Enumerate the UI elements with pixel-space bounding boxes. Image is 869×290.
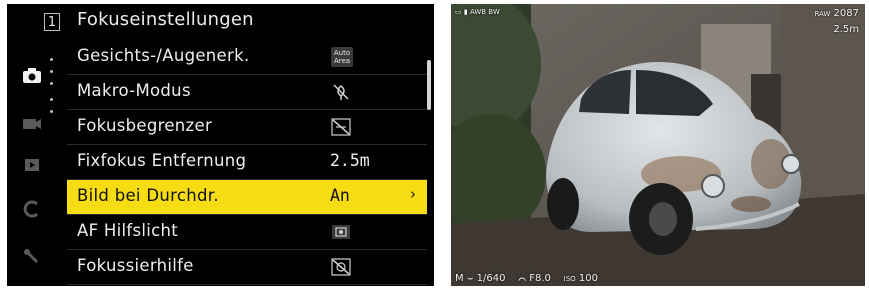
auto-area-icon: Auto Area [331, 47, 353, 67]
menu-item-macro-mode[interactable]: Makro-Modus [67, 75, 427, 110]
chevron-right-icon: › [410, 185, 416, 203]
menu-sidebar [7, 40, 65, 286]
aperture-value: F8.0 [529, 273, 551, 284]
video-camera-icon[interactable] [19, 112, 45, 134]
menu-header: 1 Fokuseinstellungen [7, 4, 434, 40]
menu-item-label: Fixfokus Entfernung [77, 151, 247, 170]
menu-scrollbar[interactable] [427, 60, 431, 110]
focus-limiter-off-icon [331, 117, 351, 137]
menu-list: Gesichts-/Augenerk. Auto Area Makro-Modu… [67, 40, 427, 285]
wrench-icon[interactable] [19, 244, 45, 266]
dial-icon: ⌣ [466, 273, 474, 284]
liveview-photo: ▭ ▮ AWB BW RAW 2087 2.5m M ⌣ 1/640 ⌒ F8.… [451, 4, 865, 286]
wb-label: AWB BW [469, 8, 500, 16]
camera-settings-menu: 1 Fokuseinstellungen Gesichts-/Augenerk.… [7, 4, 434, 286]
shots-remaining: 2087 [833, 8, 859, 19]
osd-focus-distance: 2.5m [833, 24, 859, 35]
menu-item-label: Makro-Modus [77, 81, 191, 100]
menu-item-focus-aid[interactable]: Fokussierhilfe [67, 250, 427, 285]
menu-title: Fokuseinstellungen [77, 9, 254, 30]
focus-distance-value: 2.5m [833, 24, 859, 35]
menu-item-value: 2.5m [330, 151, 370, 170]
stabilizer-icon: ▮ [463, 8, 468, 16]
iso-label: ISO [563, 275, 576, 283]
exposure-mode: M [455, 273, 464, 284]
shooting-mode-icon: ▭ [455, 8, 462, 16]
focus-aid-off-icon [331, 257, 351, 277]
scroll-dots-indicator [50, 58, 54, 94]
osd-top-left: ▭ ▮ AWB BW [455, 8, 500, 16]
menu-item-label: Fokusbegrenzer [77, 116, 213, 135]
menu-item-af-assist-light[interactable]: AF Hilfslicht [67, 215, 427, 250]
menu-item-label: AF Hilfslicht [77, 221, 179, 240]
shutter-speed: 1/640 [476, 273, 506, 284]
playback-icon[interactable] [19, 154, 45, 176]
menu-item-image-on-release[interactable]: Bild bei Durchdr. An › [67, 180, 427, 215]
raw-format-label: RAW [814, 10, 831, 18]
scroll-dots-indicator [50, 98, 54, 122]
macro-off-icon [331, 82, 351, 102]
menu-item-label: Gesichts-/Augenerk. [77, 46, 250, 65]
custom-c-icon[interactable] [19, 198, 45, 220]
menu-item-focus-limiter[interactable]: Fokusbegrenzer [67, 110, 427, 145]
menu-item-label: Bild bei Durchdr. [77, 186, 219, 205]
af-assist-light-icon [331, 222, 351, 242]
photo-scene [451, 4, 865, 286]
osd-bottom: M ⌣ 1/640 ⌒ F8.0 ISO 100 [455, 273, 598, 284]
camera-icon[interactable] [19, 64, 45, 86]
menu-page-number: 1 [44, 13, 60, 31]
osd-top-right: RAW 2087 [814, 8, 859, 19]
menu-item-face-eye-detection[interactable]: Gesichts-/Augenerk. Auto Area [67, 40, 427, 75]
menu-item-value: An [330, 186, 350, 205]
menu-item-fixed-focus-distance[interactable]: Fixfokus Entfernung 2.5m [67, 145, 427, 180]
iso-value: 100 [578, 273, 598, 284]
menu-item-label: Fokussierhilfe [77, 256, 194, 275]
aperture-dial-icon: ⌒ [518, 273, 527, 284]
